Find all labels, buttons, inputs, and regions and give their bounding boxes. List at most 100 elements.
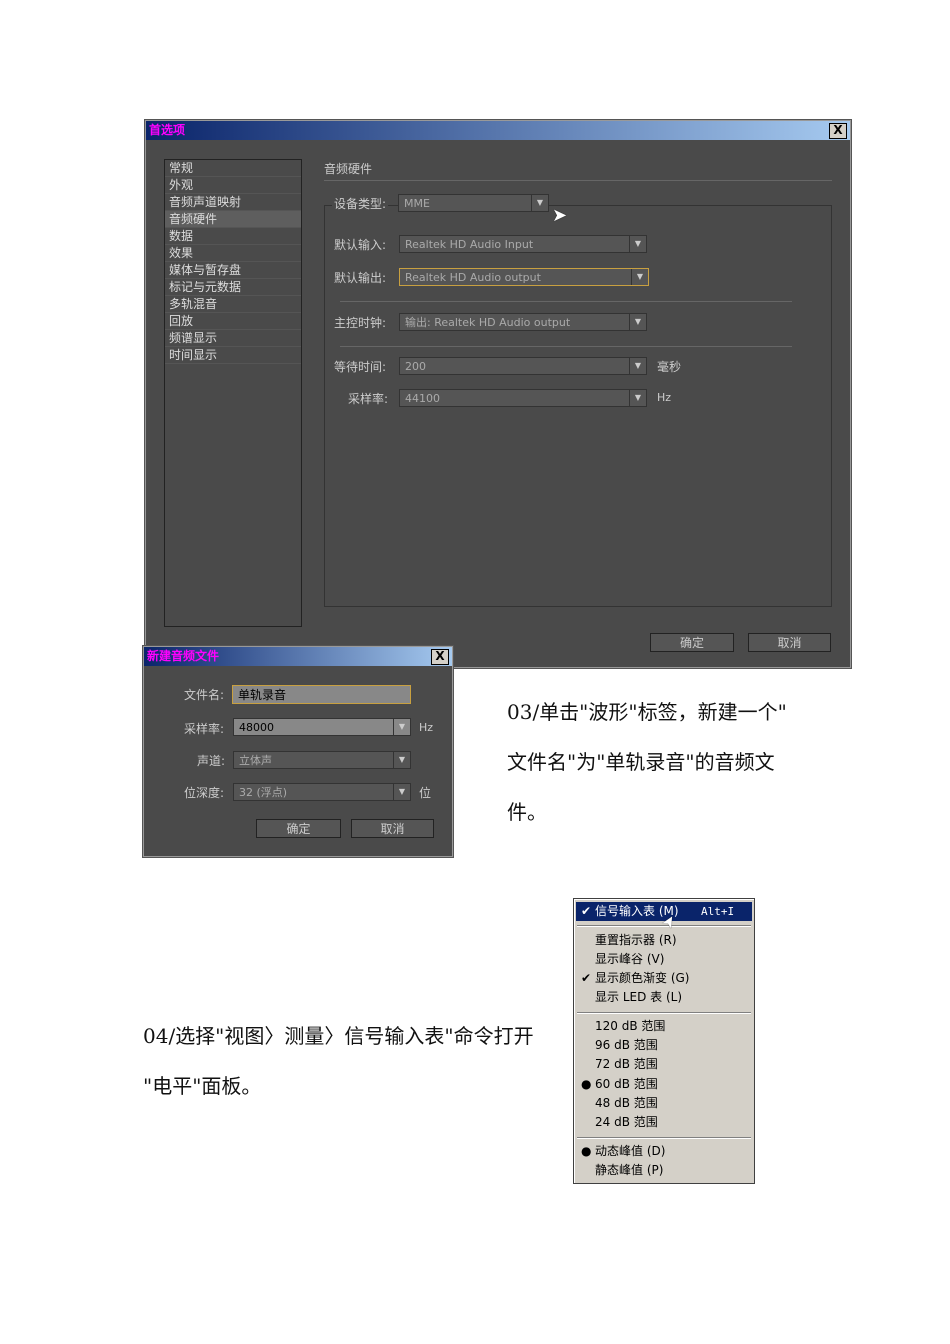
nav-item[interactable]: 时间显示: [165, 347, 301, 364]
label: 96 dB 范围: [595, 1038, 658, 1052]
filename-label: 文件名:: [184, 688, 225, 702]
menu-item[interactable]: ✔ 显示颜色渐变 (G): [576, 969, 752, 988]
label: 静态峰值 (P): [595, 1163, 664, 1177]
menu-item[interactable]: 显示 LED 表 (L): [576, 988, 752, 1007]
rate-select[interactable]: 44100 ▼: [399, 389, 647, 407]
clock-select[interactable]: 输出: Realtek HD Audio output ▼: [399, 313, 647, 331]
close-button[interactable]: X: [431, 649, 449, 665]
label: 显示 LED 表 (L): [595, 990, 683, 1004]
divider: [340, 301, 792, 302]
device-type-label: 设备类型:: [332, 195, 389, 212]
step04-line2: "电平"面板。: [143, 1074, 262, 1098]
chevron-down-icon: ▼: [393, 752, 410, 768]
chevron-down-icon: ▼: [631, 269, 648, 285]
nav-item[interactable]: 音频声道映射: [165, 194, 301, 211]
menu-item[interactable]: ● 60 dB 范围: [576, 1075, 752, 1094]
nav-item[interactable]: 媒体与暂存盘: [165, 262, 301, 279]
device-type-select[interactable]: MME ▼: [398, 194, 549, 212]
meter-menu: ✔ 信号输入表 (M) Alt+I 重置指示器 (R) 显示峰谷 (V) ✔ 显示颜色…: [573, 898, 755, 1184]
label: 显示颜色渐变 (G): [595, 971, 690, 985]
input-label: 默认输入:: [334, 238, 387, 252]
rate-select[interactable]: 48000 ▼: [233, 718, 411, 736]
new-audio-file-dialog: 新建音频文件 X 文件名: 单轨录音 采样率: 48000 ▼ Hz 声道: 立体…: [143, 646, 453, 857]
nav-item[interactable]: 回放: [165, 313, 301, 330]
nav-item[interactable]: 频谱显示: [165, 330, 301, 347]
nav-item[interactable]: 多轨混音: [165, 296, 301, 313]
cancel-button[interactable]: 取消: [748, 633, 831, 652]
title-bar: 首选项: [146, 121, 850, 140]
menu-separator: [577, 1137, 751, 1139]
menu-item[interactable]: 96 dB 范围: [576, 1036, 752, 1055]
menu-item[interactable]: 重置指示器 (R): [576, 931, 752, 950]
menu-item[interactable]: 显示峰谷 (V): [576, 950, 752, 969]
chevron-down-icon: ▼: [629, 236, 646, 252]
clock-label: 主控时钟:: [334, 316, 387, 330]
chevron-down-icon: ▼: [629, 390, 646, 406]
value: 44100: [405, 392, 440, 405]
nav-item-selected[interactable]: 音频硬件: [165, 211, 301, 228]
input-select[interactable]: Realtek HD Audio Input ▼: [399, 235, 647, 253]
step03-line3: 件。: [507, 800, 547, 824]
chevron-down-icon: ▼: [393, 719, 410, 735]
latency-label: 等待时间:: [334, 360, 387, 374]
preferences-dialog: 首选项 X 常规 外观 音频声道映射 音频硬件 数据 效果 媒体与暂存盘 标记与…: [145, 120, 851, 668]
chevron-down-icon: ▼: [531, 195, 548, 211]
step03-line2: 文件名"为"单轨录音"的音频文: [507, 750, 775, 774]
depth-unit: 位: [419, 786, 432, 800]
label: 显示峰谷 (V): [595, 952, 665, 966]
filename-input[interactable]: 单轨录音: [232, 685, 411, 704]
label: 120 dB 范围: [595, 1019, 666, 1033]
label: 60 dB 范围: [595, 1077, 658, 1091]
ok-button[interactable]: 确定: [256, 819, 341, 838]
nav-item[interactable]: 常规: [165, 160, 301, 177]
nav-item[interactable]: 外观: [165, 177, 301, 194]
value: 48000: [239, 721, 274, 734]
label: 48 dB 范围: [595, 1096, 658, 1110]
channel-label: 声道:: [197, 754, 226, 768]
channel-select[interactable]: 立体声 ▼: [233, 751, 411, 769]
checkmark-icon: ✔: [581, 971, 592, 985]
nav-item[interactable]: 数据: [165, 228, 301, 245]
value: Realtek HD Audio output: [405, 271, 541, 284]
cursor-icon: ➤: [552, 205, 568, 226]
chevron-down-icon: ▼: [629, 358, 646, 374]
menu-item[interactable]: 24 dB 范围: [576, 1113, 752, 1132]
value: 输出: Realtek HD Audio output: [405, 316, 571, 329]
title-bar: 新建音频文件: [144, 647, 452, 666]
divider: [324, 180, 832, 181]
ok-button[interactable]: 确定: [650, 633, 734, 652]
depth-select[interactable]: 32 (浮点) ▼: [233, 783, 411, 801]
menu-item[interactable]: ● 动态峰值 (D): [576, 1142, 752, 1161]
label: 动态峰值 (D): [595, 1144, 666, 1158]
section-title: 音频硬件: [324, 162, 373, 176]
chevron-down-icon: ▼: [393, 784, 410, 800]
category-list: 常规 外观 音频声道映射 音频硬件 数据 效果 媒体与暂存盘 标记与元数据 多轨…: [164, 159, 302, 627]
menu-separator: [577, 1012, 751, 1014]
label: 重置指示器 (R): [595, 933, 677, 947]
label: 24 dB 范围: [595, 1115, 658, 1129]
menu-item[interactable]: 静态峰值 (P): [576, 1161, 752, 1180]
menu-item[interactable]: 72 dB 范围: [576, 1055, 752, 1074]
nav-item[interactable]: 标记与元数据: [165, 279, 301, 296]
menu-item[interactable]: 120 dB 范围: [576, 1017, 752, 1036]
radio-dot-icon: ●: [581, 1144, 592, 1158]
close-button[interactable]: X: [829, 123, 847, 139]
output-label: 默认输出:: [334, 271, 387, 285]
value: 200: [405, 360, 426, 373]
latency-unit: 毫秒: [657, 360, 682, 374]
cancel-button[interactable]: 取消: [351, 819, 434, 838]
value: 32 (浮点): [239, 786, 288, 799]
depth-label: 位深度:: [184, 786, 225, 800]
rate-label: 采样率:: [348, 392, 389, 406]
step04-line1: 04/选择"视图〉测量〉信号输入表"命令打开: [143, 1024, 534, 1048]
rate-unit: Hz: [419, 721, 434, 734]
menu-item[interactable]: 48 dB 范围: [576, 1094, 752, 1113]
label: 72 dB 范围: [595, 1057, 658, 1071]
rate-unit: Hz: [657, 391, 672, 404]
value: 立体声: [239, 754, 272, 767]
shortcut: Alt+I: [701, 905, 735, 918]
step03-line1: 03/单击"波形"标签，新建一个": [507, 700, 787, 724]
nav-item[interactable]: 效果: [165, 245, 301, 262]
latency-select[interactable]: 200 ▼: [399, 357, 647, 375]
output-select[interactable]: Realtek HD Audio output ▼: [399, 268, 649, 286]
